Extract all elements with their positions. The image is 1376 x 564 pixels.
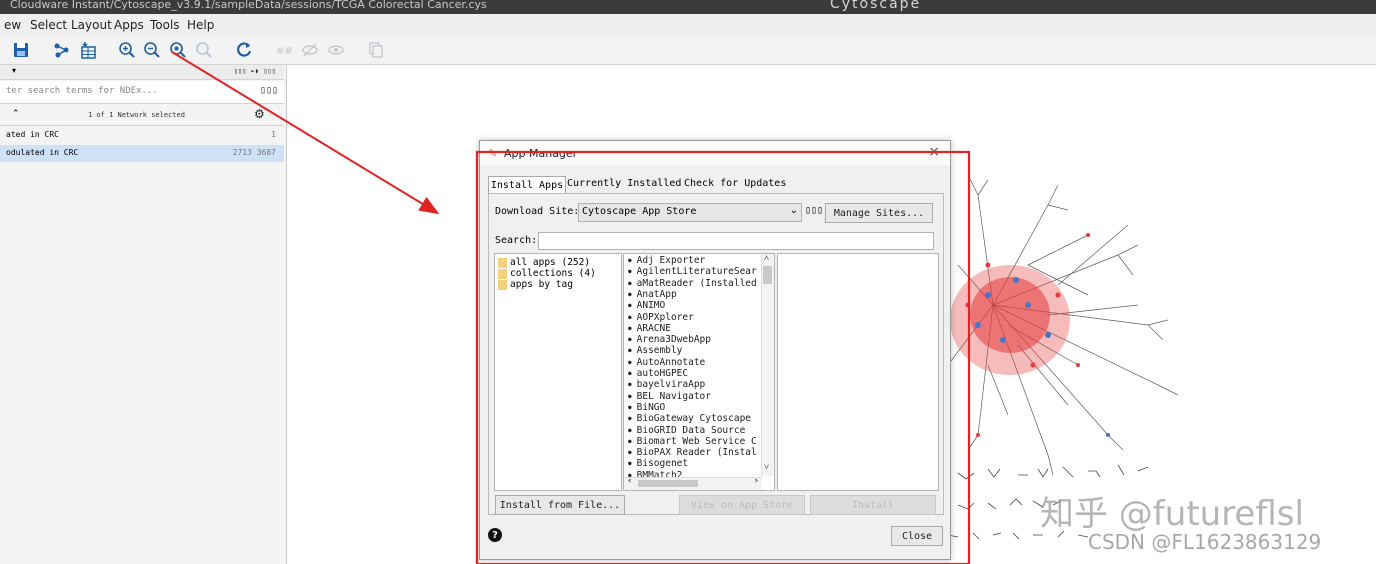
annotation-arrow bbox=[171, 51, 440, 215]
annotation-highlight-box bbox=[475, 150, 971, 564]
watermark-zhihu: 知乎 @futureflsl bbox=[1040, 494, 1304, 534]
watermark-csdn: CSDN @FL1623863129 bbox=[1088, 530, 1322, 554]
annotation-overlay bbox=[171, 51, 971, 564]
